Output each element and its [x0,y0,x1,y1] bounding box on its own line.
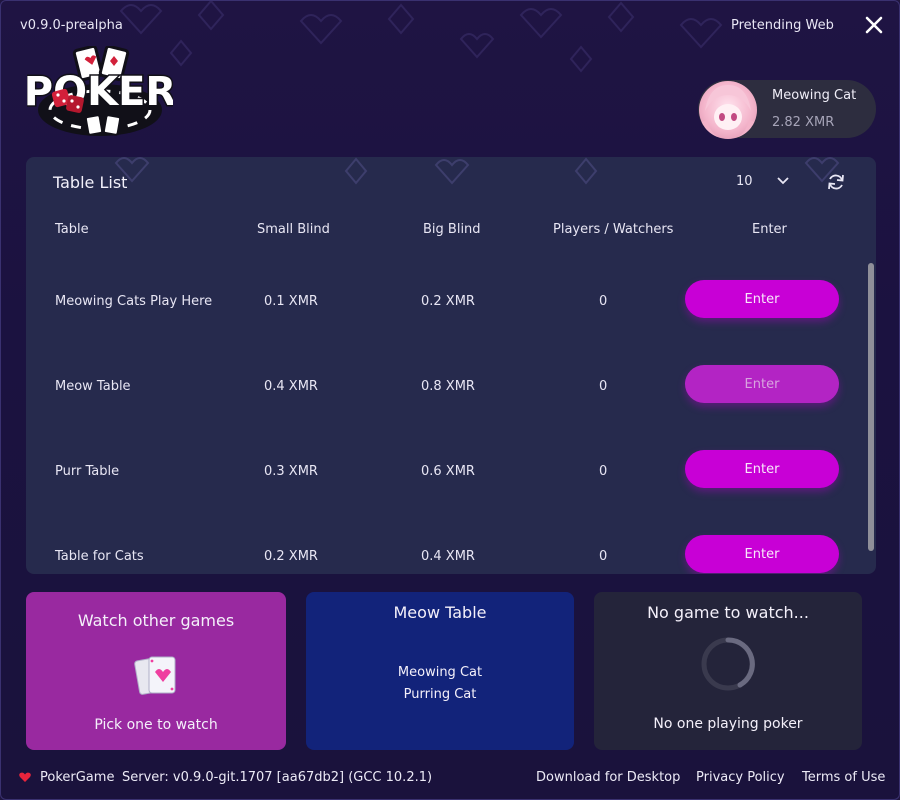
small-blind-value: 0.3 XMR [264,464,318,479]
players-count: 0 [599,464,608,479]
enter-table-button[interactable]: Enter [685,280,839,318]
footer-app-name: PokerGame [40,770,115,785]
watch-card-subtitle: Pick one to watch [94,717,218,733]
meow-card-title: Meow Table [393,603,487,622]
big-blind-value: 0.2 XMR [421,294,475,309]
watch-card-title: Watch other games [77,611,235,630]
players-count: 0 [599,379,608,394]
column-header-small-blind: Small Blind [257,222,330,237]
big-blind-value: 0.4 XMR [421,549,475,564]
footer-server-info: Server: v0.9.0-git.1707 [aa67db2] (GCC 1… [122,770,433,785]
table-name: Table for Cats [55,549,144,564]
heart-icon [19,772,31,782]
poker-logo: POKER [27,46,173,136]
column-header-table: Table [55,222,89,237]
players-count: 0 [599,294,608,309]
enter-table-button[interactable]: Enter [685,450,839,488]
enter-table-button[interactable]: Enter [685,535,839,573]
watch-other-games-card[interactable]: Watch other games Pick one to watch [26,592,286,750]
privacy-policy-link[interactable]: Privacy Policy [696,770,785,785]
loading-spinner-icon [701,637,755,691]
small-blind-value: 0.2 XMR [264,549,318,564]
table-list-scrollbar[interactable] [868,263,874,551]
no-game-subtitle: No one playing poker [653,716,803,732]
table-name: Meow Table [55,379,131,394]
table-list-panel: Table List 10 Table Small Blind Big Blin… [26,157,876,574]
big-blind-value: 0.6 XMR [421,464,475,479]
small-blind-value: 0.4 XMR [264,379,318,394]
column-header-players: Players / Watchers [553,222,674,237]
table-name: Meowing Cats Play Here [55,294,213,309]
avatar[interactable] [699,81,757,139]
meow-table-card[interactable]: Meow Table Meowing Cat Purring Cat [306,592,574,750]
refresh-icon[interactable] [826,172,846,192]
download-desktop-link[interactable]: Download for Desktop [536,770,680,785]
user-profile-card[interactable]: Meowing Cat 2.82 XMR [698,80,876,139]
chevron-down-icon[interactable] [776,175,790,187]
user-balance: 2.82 XMR [772,115,835,130]
no-game-card: No game to watch... No one playing poker [594,592,862,750]
no-game-title: No game to watch... [647,603,809,622]
per-page-select[interactable]: 10 [736,174,753,189]
column-header-big-blind: Big Blind [423,222,481,237]
table-list-title: Table List [53,173,128,192]
column-header-enter: Enter [752,222,787,237]
small-blind-value: 0.1 XMR [264,294,318,309]
app-window: v0.9.0-prealpha Pretending Web POKER Meo… [0,0,900,800]
terms-of-use-link[interactable]: Terms of Use [802,770,885,785]
playing-cards-icon [134,656,176,695]
user-name: Meowing Cat [772,88,857,103]
close-icon[interactable] [863,14,885,36]
logo-text: POKER [27,69,173,115]
player-name: Meowing Cat [397,665,483,680]
table-name: Purr Table [55,464,120,479]
platform-mode-label: Pretending Web [731,18,834,33]
table-row: Table for Cats 0.2 XMR 0.4 XMR 0 Enter [26,535,866,574]
player-name: Purring Cat [403,687,477,702]
enter-table-button[interactable]: Enter [685,365,839,403]
app-version: v0.9.0-prealpha [20,18,123,33]
big-blind-value: 0.8 XMR [421,379,475,394]
players-count: 0 [599,549,608,564]
